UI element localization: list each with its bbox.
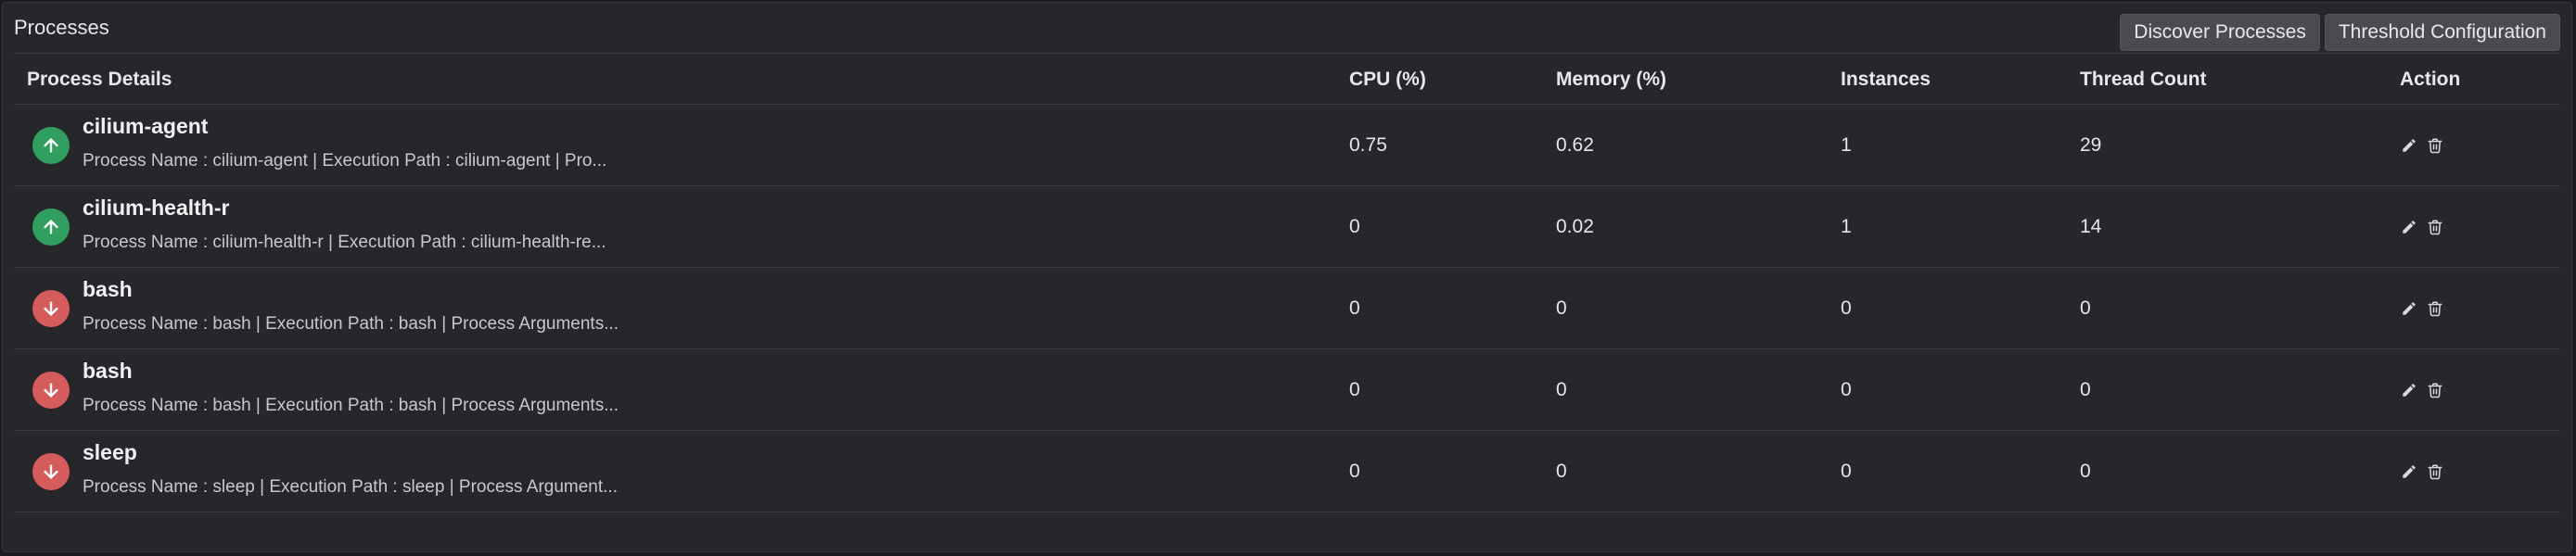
panel-title: Processes <box>14 16 109 39</box>
table-row: cilium-health-r Process Name : cilium-hea… <box>14 186 2560 268</box>
process-description: Process Name : cilium-agent | Execution … <box>83 151 607 171</box>
process-name[interactable]: bash <box>83 359 133 384</box>
memory-value: 0.62 <box>1556 134 1594 156</box>
table-body: cilium-agent Process Name : cilium-agent … <box>14 105 2560 512</box>
trash-icon[interactable] <box>2426 136 2444 155</box>
panel-header: Processes Discover Processes Threshold C… <box>3 3 2571 53</box>
table-row: bash Process Name : bash | Execution Path… <box>14 349 2560 431</box>
row-actions <box>2400 105 2444 186</box>
header-buttons: Discover Processes Threshold Configurati… <box>2120 14 2560 51</box>
arrow-up-icon <box>41 217 61 237</box>
pencil-icon[interactable] <box>2400 381 2418 399</box>
status-badge <box>32 290 70 327</box>
arrow-down-icon <box>41 461 61 482</box>
instances-value: 0 <box>1841 379 1852 400</box>
process-description: Process Name : cilium-health-r | Executi… <box>83 233 606 252</box>
table-row: cilium-agent Process Name : cilium-agent … <box>14 105 2560 186</box>
row-actions <box>2400 186 2444 268</box>
row-actions <box>2400 268 2444 349</box>
table-row: bash Process Name : bash | Execution Path… <box>14 268 2560 349</box>
column-header-thread-count: Thread Count <box>2080 69 2207 90</box>
trash-icon[interactable] <box>2426 462 2444 481</box>
trash-icon[interactable] <box>2426 299 2444 318</box>
arrow-down-icon <box>41 380 61 400</box>
pencil-icon[interactable] <box>2400 462 2418 481</box>
process-name[interactable]: sleep <box>83 440 137 465</box>
process-name[interactable]: cilium-health-r <box>83 196 229 221</box>
status-badge <box>32 372 70 409</box>
processes-table: Process Details CPU (%) Memory (%) Insta… <box>14 53 2560 512</box>
instances-value: 1 <box>1841 216 1852 237</box>
column-header-memory: Memory (%) <box>1556 69 1667 90</box>
trash-icon[interactable] <box>2426 381 2444 399</box>
processes-panel: Processes Discover Processes Threshold C… <box>2 2 2572 552</box>
arrow-down-icon <box>41 298 61 319</box>
thread-count-value: 0 <box>2080 297 2091 319</box>
cpu-value: 0.75 <box>1349 134 1387 156</box>
column-header-details: Process Details <box>27 69 172 90</box>
status-badge <box>32 453 70 490</box>
arrow-up-icon <box>41 135 61 156</box>
process-description: Process Name : bash | Execution Path : b… <box>83 314 619 334</box>
discover-processes-button[interactable]: Discover Processes <box>2120 14 2320 51</box>
memory-value: 0 <box>1556 379 1567 400</box>
thread-count-value: 29 <box>2080 134 2102 156</box>
instances-value: 1 <box>1841 134 1852 156</box>
cpu-value: 0 <box>1349 379 1360 400</box>
pencil-icon[interactable] <box>2400 136 2418 155</box>
thread-count-value: 0 <box>2080 379 2091 400</box>
thread-count-value: 14 <box>2080 216 2102 237</box>
table-row: sleep Process Name : sleep | Execution Pa… <box>14 431 2560 512</box>
pencil-icon[interactable] <box>2400 299 2418 318</box>
process-name[interactable]: bash <box>83 277 133 302</box>
status-badge <box>32 127 70 164</box>
process-name[interactable]: cilium-agent <box>83 114 208 139</box>
column-header-instances: Instances <box>1841 69 1931 90</box>
instances-value: 0 <box>1841 297 1852 319</box>
status-badge <box>32 208 70 246</box>
threshold-configuration-button[interactable]: Threshold Configuration <box>2324 14 2560 51</box>
process-description: Process Name : sleep | Execution Path : … <box>83 477 618 497</box>
memory-value: 0 <box>1556 461 1567 482</box>
cpu-value: 0 <box>1349 297 1360 319</box>
process-description: Process Name : bash | Execution Path : b… <box>83 396 619 415</box>
row-actions <box>2400 431 2444 512</box>
row-actions <box>2400 349 2444 431</box>
column-header-cpu: CPU (%) <box>1349 69 1426 90</box>
table-header: Process Details CPU (%) Memory (%) Insta… <box>14 53 2560 105</box>
memory-value: 0 <box>1556 297 1567 319</box>
thread-count-value: 0 <box>2080 461 2091 482</box>
memory-value: 0.02 <box>1556 216 1594 237</box>
cpu-value: 0 <box>1349 461 1360 482</box>
instances-value: 0 <box>1841 461 1852 482</box>
column-header-action: Action <box>2400 69 2461 90</box>
pencil-icon[interactable] <box>2400 218 2418 236</box>
cpu-value: 0 <box>1349 216 1360 237</box>
trash-icon[interactable] <box>2426 218 2444 236</box>
